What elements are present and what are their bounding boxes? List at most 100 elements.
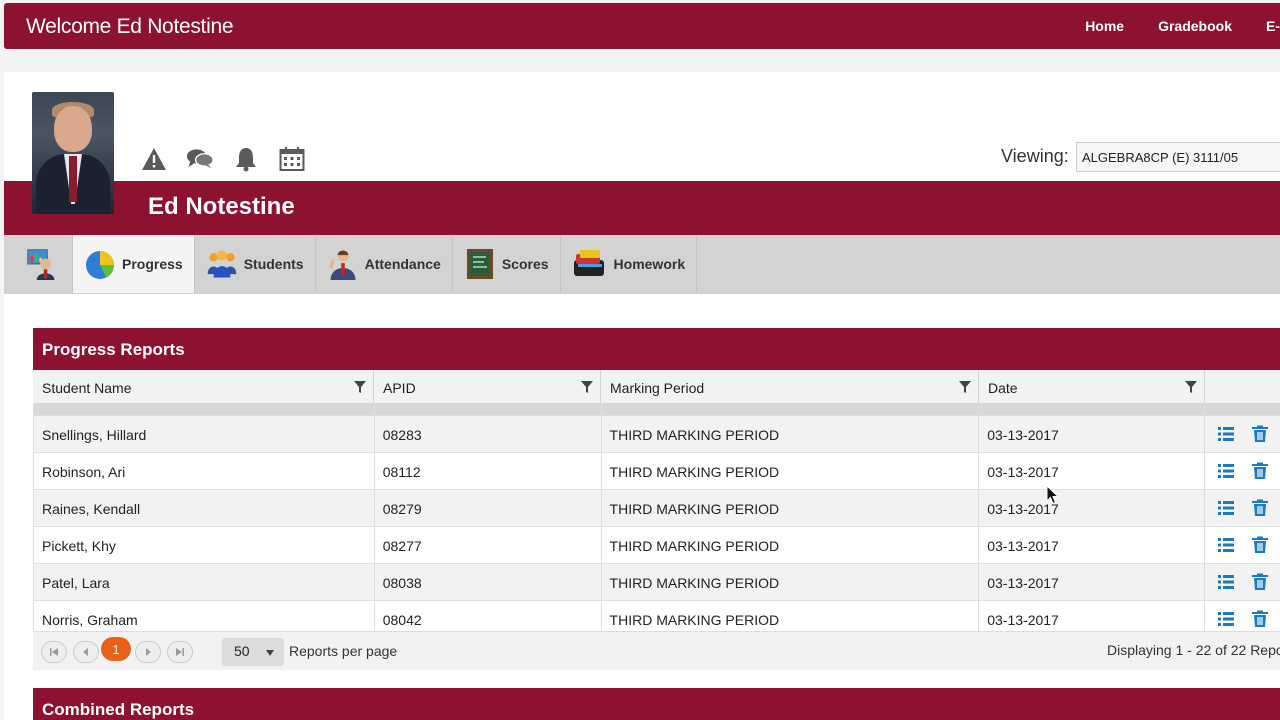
table-row[interactable]: Robinson, Ari 08112 THIRD MARKING PERIOD 03… xyxy=(34,453,1280,490)
cell-apid: 08277 xyxy=(375,527,602,563)
tab-attendance[interactable]: Attendance xyxy=(316,235,453,293)
trash-icon[interactable] xyxy=(1251,425,1269,443)
cell-student-name: Snellings, Hillard xyxy=(34,416,375,452)
top-nav: Home Gradebook E- xyxy=(1085,18,1280,34)
row-actions xyxy=(1205,490,1280,526)
last-page-button[interactable] xyxy=(167,641,193,663)
list-view-icon[interactable] xyxy=(1217,610,1235,628)
per-page-label: Reports per page xyxy=(289,643,398,659)
cell-date: 03-13-2017 xyxy=(979,601,1206,631)
trash-icon[interactable] xyxy=(1251,610,1269,628)
column-label: Marking Period xyxy=(610,380,705,396)
list-view-icon[interactable] xyxy=(1217,573,1235,591)
tab-homework[interactable]: Homework xyxy=(561,235,698,293)
next-page-icon xyxy=(146,648,151,656)
cell-marking-period: THIRD MARKING PERIOD xyxy=(602,453,980,489)
tab-bar: Progress Students Attendance Scores Home… xyxy=(4,235,1280,294)
trash-icon[interactable] xyxy=(1251,462,1269,480)
table-row[interactable]: Snellings, Hillard 08283 THIRD MARKING PER… xyxy=(34,416,1280,453)
prev-page-button[interactable] xyxy=(73,641,99,663)
cell-marking-period: THIRD MARKING PERIOD xyxy=(602,416,980,452)
cell-date: 03-13-2017 xyxy=(979,564,1206,600)
teacher-name: Ed Notestine xyxy=(148,193,295,220)
pie-chart-icon xyxy=(84,247,116,281)
cell-date: 03-13-2017 xyxy=(979,527,1206,563)
trash-icon[interactable] xyxy=(1251,499,1269,517)
cell-student-name: Robinson, Ari xyxy=(34,453,375,489)
column-label: Date xyxy=(988,380,1018,396)
tab-students[interactable]: Students xyxy=(195,235,316,293)
cell-marking-period: THIRD MARKING PERIOD xyxy=(602,601,980,631)
list-view-icon[interactable] xyxy=(1217,462,1235,480)
trash-icon[interactable] xyxy=(1251,573,1269,591)
dashboard-icon xyxy=(26,247,58,281)
per-page-value: 50 xyxy=(234,643,250,659)
list-view-icon[interactable] xyxy=(1217,499,1235,517)
tab-attendance-label: Attendance xyxy=(364,256,441,272)
calendar-icon[interactable] xyxy=(278,144,306,174)
list-view-icon[interactable] xyxy=(1217,536,1235,554)
cell-apid: 08279 xyxy=(375,490,602,526)
column-actions xyxy=(1205,370,1280,404)
students-icon xyxy=(206,247,238,281)
row-actions xyxy=(1205,416,1280,452)
cell-date: 03-13-2017 xyxy=(979,453,1206,489)
homework-icon xyxy=(572,247,608,281)
filter-icon[interactable] xyxy=(1185,381,1197,393)
first-page-button[interactable] xyxy=(41,641,67,663)
profile-icons xyxy=(140,144,306,174)
top-bar: Welcome Ed Notestine Home Gradebook E- xyxy=(4,3,1280,49)
chevron-down-icon xyxy=(266,650,274,656)
tab-scores-label: Scores xyxy=(501,256,549,272)
prev-page-icon xyxy=(83,648,88,656)
current-page-button[interactable]: 1 xyxy=(101,637,131,661)
nav-e-link[interactable]: E- xyxy=(1266,18,1280,34)
table-row[interactable]: Norris, Graham 08042 THIRD MARKING PERIOD 0… xyxy=(34,601,1280,631)
tab-scores[interactable]: Scores xyxy=(453,235,561,293)
cell-student-name: Pickett, Khy xyxy=(34,527,375,563)
first-page-icon xyxy=(50,648,58,656)
chat-icon[interactable] xyxy=(186,144,214,174)
pager: 1 50 Reports per page Displaying 1 - 22 … xyxy=(33,631,1280,670)
cell-marking-period: THIRD MARKING PERIOD xyxy=(602,564,980,600)
cell-student-name: Norris, Graham xyxy=(34,601,375,631)
tab-homework-label: Homework xyxy=(613,256,686,272)
cell-date: 03-13-2017 xyxy=(979,416,1206,452)
column-marking-period[interactable]: Marking Period xyxy=(601,370,979,404)
nav-gradebook-link[interactable]: Gradebook xyxy=(1158,18,1232,34)
welcome-text: Welcome Ed Notestine xyxy=(26,15,234,38)
cell-date: 03-13-2017 xyxy=(979,490,1206,526)
column-student-name[interactable]: Student Name xyxy=(33,370,374,404)
next-page-button[interactable] xyxy=(135,641,161,663)
grid-header: Student Name APID Marking Period Date xyxy=(33,370,1280,404)
progress-reports-header: Progress Reports xyxy=(33,328,1280,370)
tab-dashboard[interactable] xyxy=(12,235,73,293)
table-row[interactable]: Pickett, Khy 08277 THIRD MARKING PERIOD 03-… xyxy=(34,527,1280,564)
table-row[interactable]: Raines, Kendall 08279 THIRD MARKING PERIOD… xyxy=(34,490,1280,527)
column-date[interactable]: Date xyxy=(979,370,1205,404)
row-actions xyxy=(1205,527,1280,563)
class-select[interactable]: ALGEBRA8CP (E) 3111/05 xyxy=(1076,142,1280,172)
filter-icon[interactable] xyxy=(354,381,366,393)
per-page-select[interactable]: 50 xyxy=(222,638,284,666)
combined-reports-header[interactable]: Combined Reports xyxy=(33,688,1280,720)
column-apid[interactable]: APID xyxy=(374,370,601,404)
bell-icon[interactable] xyxy=(232,144,260,174)
cell-apid: 08042 xyxy=(375,601,602,631)
filter-icon[interactable] xyxy=(959,381,971,393)
cell-apid: 08283 xyxy=(375,416,602,452)
table-row-partial xyxy=(34,404,1280,426)
trash-icon[interactable] xyxy=(1251,536,1269,554)
tab-progress[interactable]: Progress xyxy=(73,235,195,293)
display-count: Displaying 1 - 22 of 22 Repo xyxy=(1107,642,1280,658)
scores-icon xyxy=(464,247,496,281)
nav-home-link[interactable]: Home xyxy=(1085,18,1124,34)
table-row[interactable]: Patel, Lara 08038 THIRD MARKING PERIOD 03-1… xyxy=(34,564,1280,601)
list-view-icon[interactable] xyxy=(1217,425,1235,443)
alert-icon[interactable] xyxy=(140,144,168,174)
grid-body[interactable]: Snellings, Hillard 08283 THIRD MARKING PER… xyxy=(33,404,1280,631)
row-actions xyxy=(1205,453,1280,489)
filter-icon[interactable] xyxy=(581,381,593,393)
viewing-label: Viewing: xyxy=(1001,146,1069,166)
mouse-cursor-icon xyxy=(1046,485,1060,505)
